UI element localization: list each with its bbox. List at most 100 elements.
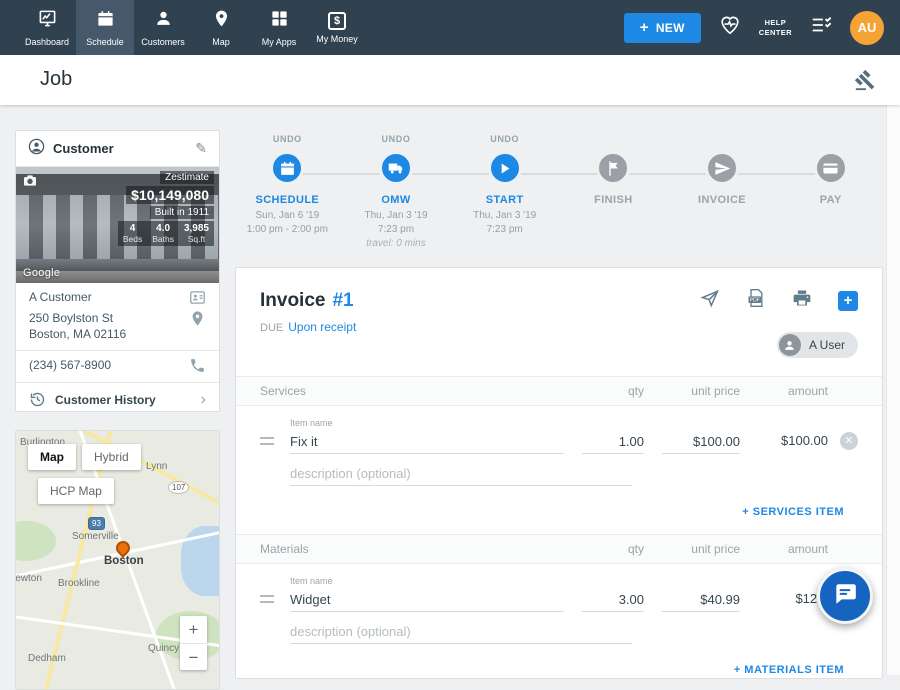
contact-card-icon[interactable] [189, 289, 206, 306]
chat-bubble-button[interactable] [817, 568, 873, 624]
step-label: FINISH [594, 194, 632, 206]
step-dates: Sun, Jan 6 '19 1:00 pm - 2:00 pm [247, 209, 328, 237]
customer-history-label: Customer History [55, 393, 192, 407]
nav-item-schedule[interactable]: Schedule [76, 0, 134, 55]
start-play-icon[interactable] [488, 151, 522, 185]
step-finish: FINISH [559, 134, 668, 251]
zoom-out-button[interactable]: − [180, 643, 207, 670]
chevron-right-icon [201, 392, 206, 408]
invoice-card: Invoice #1 PDF DUEUpon receipt A User Se… [235, 267, 883, 679]
map-type-button[interactable]: Map [28, 444, 76, 470]
service-name-input[interactable] [290, 430, 564, 454]
material-qty-input[interactable] [582, 588, 644, 612]
top-nav: Dashboard Schedule Customers Map My Apps… [0, 0, 900, 55]
job-progress-stepper: UNDO SCHEDULE Sun, Jan 6 '19 1:00 pm - 2… [233, 134, 885, 251]
customer-circle-icon [28, 138, 45, 160]
invoice-send-icon[interactable] [705, 151, 739, 185]
route-shield-107: 107 [168, 481, 189, 494]
assigned-user-name: A User [809, 338, 845, 352]
scrollbar-track[interactable] [886, 105, 900, 675]
nav-item-my-apps[interactable]: My Apps [250, 0, 308, 55]
customer-history-row[interactable]: Customer History [16, 383, 219, 416]
hcp-map-button[interactable]: HCP Map [38, 478, 114, 504]
nav-right: NEW HELP CENTER AU [624, 0, 900, 55]
map-label-boston: Boston [104, 555, 144, 567]
undo-start-link[interactable]: UNDO [490, 134, 519, 147]
print-icon[interactable] [792, 288, 812, 313]
heart-icon[interactable] [719, 14, 741, 41]
drag-handle-icon[interactable] [260, 437, 274, 445]
new-button[interactable]: NEW [624, 13, 701, 43]
service-qty-input[interactable] [582, 430, 644, 454]
material-name-input[interactable] [290, 588, 564, 612]
step-label: START [486, 194, 524, 206]
customer-name-row: A Customer [16, 283, 219, 308]
step-label: INVOICE [698, 194, 746, 206]
send-invoice-icon[interactable] [700, 288, 720, 313]
customer-name: A Customer [29, 289, 92, 305]
service-price-input[interactable] [662, 430, 740, 454]
material-price-input[interactable] [662, 588, 740, 612]
zestimate-overlay: Zestimate $10,149,080 Built in 1911 4Bed… [118, 171, 214, 246]
invoice-header: Invoice #1 PDF DUEUpon receipt A User [236, 268, 882, 376]
user-avatar-icon [779, 334, 801, 356]
zoom-in-button[interactable]: + [180, 616, 207, 643]
finish-flag-icon[interactable] [596, 151, 630, 185]
due-value-link[interactable]: Upon receipt [288, 320, 356, 334]
phone-icon[interactable] [189, 357, 206, 374]
map-park [15, 521, 56, 561]
nav-item-my-money[interactable]: My Money [308, 0, 366, 55]
add-materials-item-link[interactable]: + MATERIALS ITEM [236, 644, 882, 679]
map-label-lynn: Lynn [146, 461, 167, 472]
unit-price-column-header: unit price [644, 384, 740, 398]
schedule-step-icon[interactable] [270, 151, 304, 185]
map-card[interactable]: Burlington Lynn 107 93 Somerville Boston… [15, 430, 220, 690]
map-zoom-controls: + − [180, 616, 207, 670]
property-stats: 4Beds 4.0Baths 3,985Sq.ft [118, 221, 214, 246]
pay-card-icon[interactable] [814, 151, 848, 185]
job-tools-icon[interactable] [854, 69, 876, 91]
customer-phone: (234) 567-8900 [29, 357, 111, 373]
add-invoice-icon[interactable] [838, 291, 858, 311]
nav-item-map[interactable]: Map [192, 0, 250, 55]
nav-item-customers[interactable]: Customers [134, 0, 192, 55]
help-center-link[interactable]: HELP CENTER [759, 18, 792, 38]
remove-service-icon[interactable] [840, 432, 858, 450]
property-photo: Zestimate $10,149,080 Built in 1911 4Bed… [16, 167, 219, 283]
edit-customer-icon[interactable] [195, 140, 207, 157]
customers-icon [154, 9, 173, 33]
apps-grid-icon [270, 9, 289, 33]
omw-truck-icon[interactable] [379, 151, 413, 185]
streetview-icon[interactable] [22, 173, 38, 189]
user-avatar[interactable]: AU [850, 11, 884, 45]
map-label-newton: Newton [15, 573, 42, 584]
customer-card-header: Customer [16, 131, 219, 167]
add-services-item-link[interactable]: + SERVICES ITEM [236, 486, 882, 534]
pdf-icon[interactable]: PDF [746, 288, 766, 313]
drag-handle-icon[interactable] [260, 595, 274, 603]
step-label: SCHEDULE [255, 194, 319, 206]
sqft-label: Sq.ft [188, 235, 205, 245]
materials-header-row: Materials qty unit price amount [236, 534, 882, 564]
undo-schedule-link[interactable]: UNDO [273, 134, 302, 147]
hybrid-type-button[interactable]: Hybrid [82, 444, 141, 470]
activity-list-icon[interactable] [810, 14, 832, 41]
due-label: DUE [260, 322, 283, 334]
invoice-number[interactable]: #1 [332, 290, 353, 312]
service-description-input[interactable] [290, 462, 632, 486]
help-center-line1: HELP [759, 18, 792, 28]
undo-omw-link[interactable]: UNDO [382, 134, 411, 147]
invoice-toolbar: PDF [700, 288, 858, 313]
nav-label: Dashboard [25, 37, 69, 47]
zestimate-label: Zestimate [160, 171, 214, 184]
sqft-value: 3,985 [184, 223, 209, 235]
nav-label: Customers [141, 37, 185, 47]
location-pin-icon[interactable] [189, 310, 206, 327]
amount-column-header: amount [740, 384, 828, 398]
nav-item-dashboard[interactable]: Dashboard [18, 0, 76, 55]
material-description-input[interactable] [290, 620, 632, 644]
nav-label: My Apps [262, 37, 297, 47]
unit-price-column-header: unit price [644, 542, 740, 556]
route-shield-93: 93 [88, 517, 105, 530]
assigned-user-chip[interactable]: A User [777, 332, 858, 358]
